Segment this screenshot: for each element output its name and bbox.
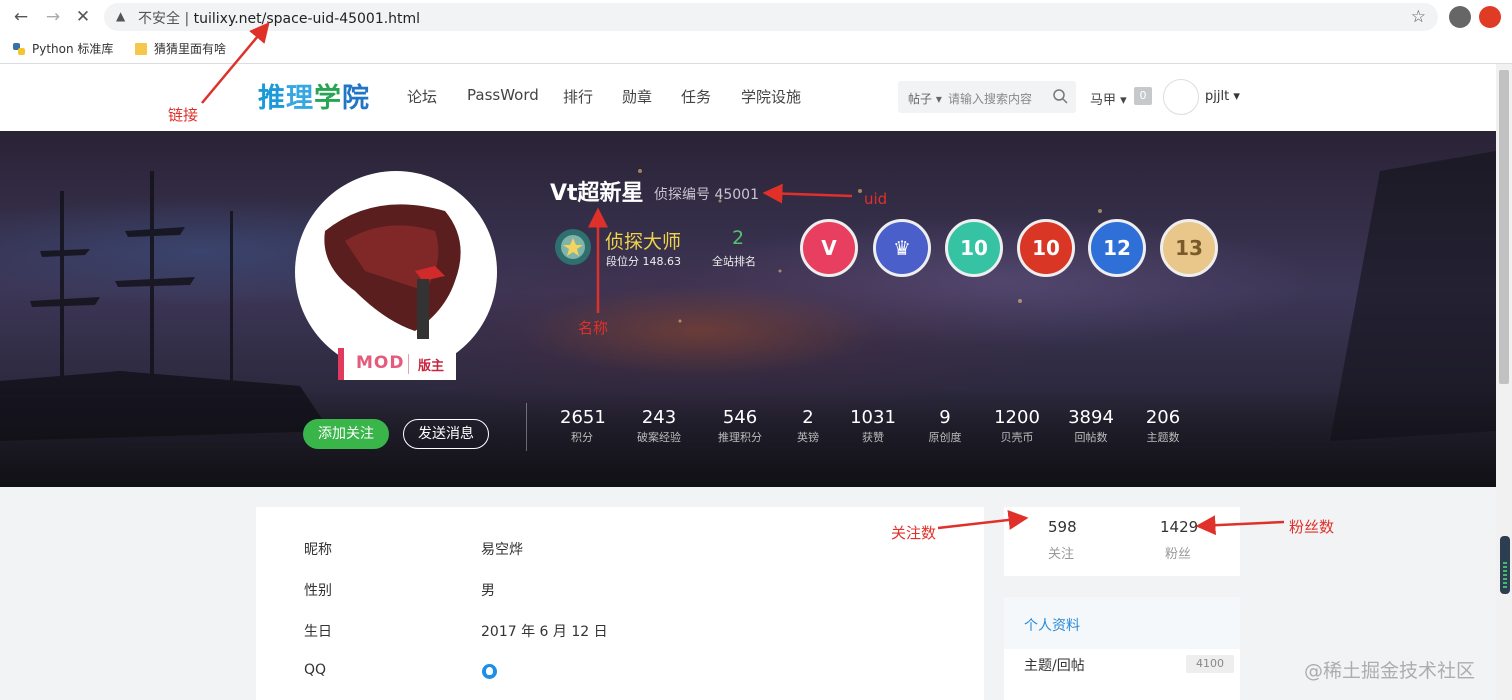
- side-widget[interactable]: [1500, 536, 1510, 594]
- stop-loading-icon[interactable]: ✕: [73, 7, 93, 27]
- info-value-birthday: 2017 年 6 月 12 日: [481, 624, 608, 640]
- warning-icon: ▲: [116, 9, 126, 23]
- bookmark-python[interactable]: Python 标准库: [12, 40, 113, 57]
- annotation-uid: uid: [864, 190, 888, 208]
- avatar-image: [324, 204, 461, 339]
- back-icon[interactable]: ←: [11, 7, 31, 27]
- header-avatar[interactable]: [1163, 79, 1199, 115]
- bookmark-star-icon[interactable]: ☆: [1411, 7, 1426, 27]
- search-type-select[interactable]: 帖子 ▾: [908, 90, 942, 107]
- fans-label: 粉丝: [1165, 547, 1192, 562]
- stat-originality: 9 原创度: [928, 407, 962, 444]
- info-label-qq: QQ: [304, 662, 327, 678]
- menu-facilities[interactable]: 学院设施: [741, 86, 801, 107]
- medal-2-icon[interactable]: ♛: [873, 219, 931, 277]
- medal-6-icon[interactable]: 13: [1160, 219, 1218, 277]
- profile-avatar: [295, 171, 497, 373]
- follow-stats-card: 598 关注 1429 粉丝: [1004, 507, 1240, 576]
- stat-case-exp: 243 破案经验: [637, 407, 681, 444]
- stat-topics: 206 主题数: [1145, 407, 1181, 444]
- annotation-name: 名称: [578, 319, 609, 337]
- menu-tasks[interactable]: 任务: [681, 86, 711, 107]
- profile-info-card: 昵称 易空烨 性别 男 生日 2017 年 6 月 12 日 QQ: [256, 507, 984, 700]
- search-input[interactable]: 请输入搜索内容: [948, 90, 1032, 107]
- stat-replies: 3894 回帖数: [1068, 407, 1114, 444]
- site-logo[interactable]: 推理学院: [258, 76, 370, 115]
- stat-points: 2651 积分: [560, 407, 606, 444]
- medal-3-icon[interactable]: 10: [945, 219, 1003, 277]
- moderator-badge: MOD 版主: [338, 348, 456, 380]
- profile-banner: MOD 版主 Vt超新星 侦探编号 45001 侦探大师 段位分 148.63 …: [0, 131, 1496, 487]
- annotation-fans: 粉丝数: [1289, 518, 1335, 536]
- menu-password[interactable]: PassWord: [467, 86, 539, 104]
- menu-ranking[interactable]: 排行: [563, 86, 593, 107]
- page-scrollbar[interactable]: [1496, 64, 1512, 700]
- add-follow-button[interactable]: 添加关注: [303, 419, 389, 449]
- annotation-link: 链接: [168, 106, 199, 124]
- personal-data-title[interactable]: 个人资料: [1024, 615, 1080, 635]
- rank-score: 段位分 148.63: [606, 255, 681, 268]
- forward-icon[interactable]: →: [43, 7, 63, 27]
- account-icon[interactable]: [1449, 6, 1471, 28]
- medal-5-icon[interactable]: 12: [1088, 219, 1146, 277]
- annotation-following: 关注数: [891, 524, 937, 542]
- rank-medal-icon: [555, 229, 591, 265]
- watermark: @稀土掘金技术社区: [1304, 660, 1476, 682]
- send-message-button[interactable]: 发送消息: [403, 419, 489, 449]
- security-label: 不安全: [138, 11, 180, 27]
- bookmarks-bar: Python 标准库 猜猜里面有啥: [0, 34, 1512, 64]
- info-label-gender: 性别: [304, 583, 332, 599]
- following-label: 关注: [1048, 547, 1075, 562]
- address-bar[interactable]: ▲ 不安全 | tuilixy.net/space-uid-45001.html…: [104, 3, 1438, 31]
- search-box[interactable]: 帖子 ▾ 请输入搜索内容: [898, 81, 1076, 113]
- info-value-gender: 男: [481, 583, 495, 599]
- alt-account-dropdown[interactable]: 马甲 ▾: [1090, 89, 1127, 108]
- profile-name: Vt超新星: [550, 181, 644, 206]
- topics-replies-label: 主题/回帖: [1024, 658, 1085, 674]
- stat-reasoning-points: 546 推理积分: [718, 407, 762, 444]
- site-rank-label: 全站排名: [712, 255, 756, 268]
- url-text[interactable]: tuilixy.net/space-uid-45001.html: [194, 11, 420, 27]
- qq-icon[interactable]: [482, 664, 497, 679]
- topics-replies-count: 4100: [1186, 655, 1234, 673]
- stat-likes: 1031 获赞: [850, 407, 896, 444]
- site-rank-value: 2: [732, 227, 745, 249]
- stat-shell-coins: 1200 贝壳币: [994, 407, 1040, 444]
- rank-title: 侦探大师: [605, 231, 682, 253]
- personal-data-card: 个人资料 主题/回帖 4100: [1004, 597, 1240, 700]
- fans-count[interactable]: 1429: [1160, 518, 1198, 536]
- extension-icon[interactable]: [1479, 6, 1501, 28]
- python-icon: [13, 42, 25, 55]
- info-value-nickname: 易空烨: [481, 542, 523, 558]
- medal-1-icon[interactable]: V: [800, 219, 858, 277]
- menu-medals[interactable]: 勋章: [622, 86, 652, 107]
- info-label-nickname: 昵称: [304, 542, 332, 558]
- browser-toolbar: ← → ✕ ▲ 不安全 | tuilixy.net/space-uid-4500…: [0, 0, 1512, 34]
- stat-pounds: 2 英镑: [797, 407, 819, 444]
- notification-badge[interactable]: 0: [1134, 87, 1152, 105]
- profile-uid: 侦探编号 45001: [654, 187, 759, 203]
- bookmark-page-icon: [135, 42, 147, 55]
- search-icon[interactable]: [1052, 88, 1068, 104]
- bookmark-folder[interactable]: 猜猜里面有啥: [134, 40, 226, 57]
- scroll-thumb[interactable]: [1499, 70, 1509, 384]
- site-header: 推理学院 论坛 PassWord 排行 勋章 任务 学院设施 帖子 ▾ 请输入搜…: [0, 64, 1496, 131]
- medal-4-icon[interactable]: 10: [1017, 219, 1075, 277]
- menu-forum[interactable]: 论坛: [407, 86, 437, 107]
- following-count[interactable]: 598: [1048, 518, 1077, 536]
- info-label-birthday: 生日: [304, 624, 332, 640]
- user-menu[interactable]: pjjlt ▾: [1205, 89, 1240, 104]
